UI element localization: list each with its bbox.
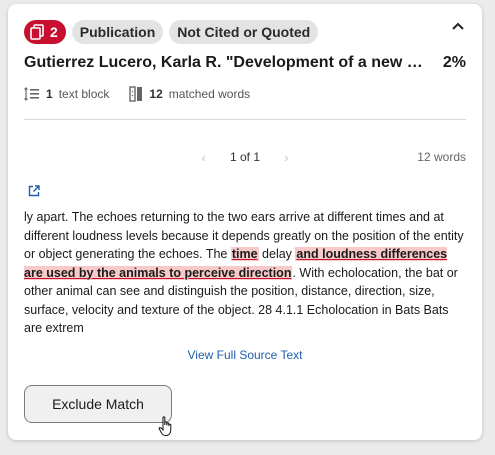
chevron-left-icon[interactable]: ‹ — [201, 149, 206, 165]
pager: ‹ 1 of 1 › — [8, 149, 482, 165]
chevron-right-icon[interactable]: › — [284, 149, 289, 165]
tag-not-cited: Not Cited or Quoted — [169, 20, 319, 44]
exclude-match-button[interactable]: Exclude Match — [24, 385, 172, 423]
view-full-source-link[interactable]: View Full Source Text — [8, 348, 482, 362]
match-card: 2 Publication Not Cited or Quoted Gutier… — [8, 4, 482, 440]
hand-cursor-icon — [158, 416, 172, 436]
excerpt-text: ly apart. The echoes returning to the tw… — [24, 208, 464, 338]
collapse-button[interactable] — [448, 16, 468, 36]
excerpt-middle: delay — [258, 247, 296, 261]
badge-row: 2 Publication Not Cited or Quoted — [24, 20, 319, 44]
pager-label: 1 of 1 — [229, 150, 261, 164]
divider — [24, 119, 466, 120]
title-row: Gutierrez Lucero, Karla R. "Development … — [24, 54, 466, 72]
chevron-up-icon — [452, 22, 464, 30]
meta-row: 1 text block 12 matched words — [24, 86, 250, 102]
highlight-match-1: time — [230, 247, 259, 261]
match-count: 2 — [50, 24, 58, 40]
source-title[interactable]: Gutierrez Lucero, Karla R. "Development … — [24, 54, 424, 72]
text-block-count: 1 — [46, 87, 53, 101]
matched-words-count: 12 — [149, 87, 163, 101]
matched-words-meta: 12 matched words — [129, 86, 250, 102]
match-percent: 2% — [442, 54, 466, 71]
copy-icon — [30, 24, 44, 40]
text-block-icon — [24, 87, 39, 101]
matched-words-label: matched words — [168, 87, 251, 101]
tag-publication: Publication — [71, 20, 164, 44]
text-block-meta: 1 text block — [24, 87, 109, 101]
word-count: 12 words — [417, 150, 466, 164]
matched-words-icon — [129, 86, 143, 102]
external-link-icon — [28, 185, 40, 197]
text-block-label: text block — [58, 87, 110, 101]
external-link-button[interactable] — [28, 184, 40, 202]
match-count-badge: 2 — [24, 20, 66, 44]
